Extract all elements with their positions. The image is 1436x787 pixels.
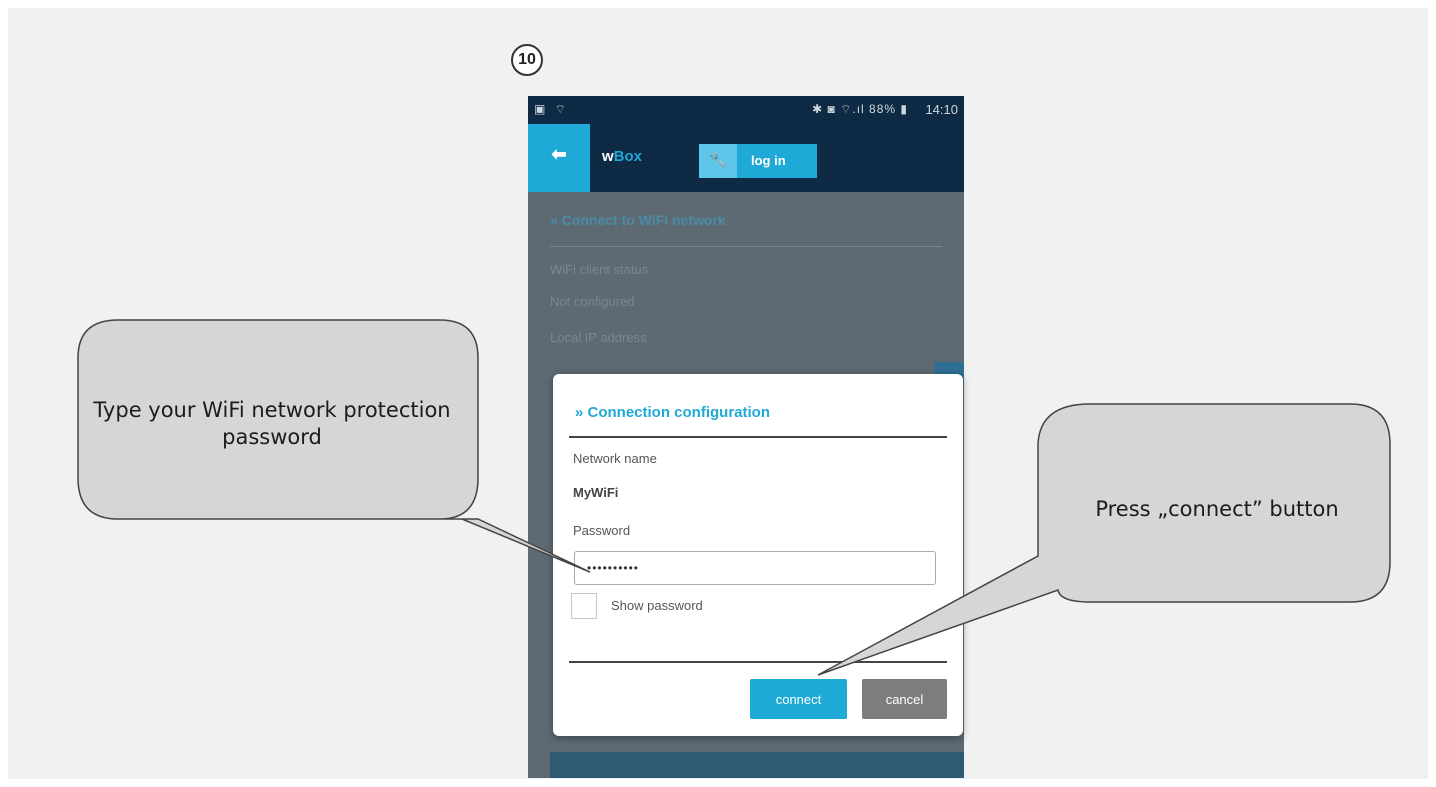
- callout-left-text: Type your WiFi network protection passwo…: [93, 398, 451, 449]
- callout-shapes: [77, 319, 1391, 676]
- callout-right-bubble: [817, 403, 1391, 676]
- callout-right-text: Press „connect” button: [1095, 497, 1339, 521]
